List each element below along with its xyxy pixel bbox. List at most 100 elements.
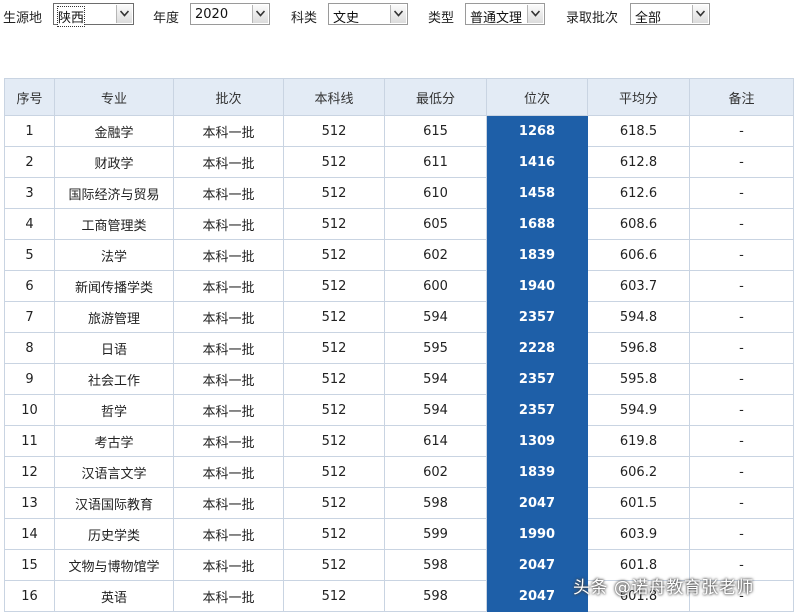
cell-index: 13 bbox=[4, 487, 55, 519]
cell-batch: 本科一批 bbox=[173, 394, 284, 426]
cell-remark: - bbox=[689, 394, 794, 426]
cell-major: 汉语言文学 bbox=[54, 456, 174, 488]
table-row: 12 汉语言文学 本科一批 512 602 1839 606.2- bbox=[4, 456, 794, 488]
col-header-remark: 备注 bbox=[689, 78, 794, 116]
cell-major: 法学 bbox=[54, 239, 174, 271]
cell-avg-score: 603.9 bbox=[587, 518, 690, 550]
chevron-down-icon bbox=[116, 5, 132, 23]
cell-avg-score: 612.8 bbox=[587, 146, 690, 178]
cell-batch: 本科一批 bbox=[173, 549, 284, 581]
cell-avg-score: 594.9 bbox=[587, 394, 690, 426]
cell-batch: 本科一批 bbox=[173, 270, 284, 302]
cell-batch: 本科一批 bbox=[173, 115, 284, 147]
cell-index: 14 bbox=[4, 518, 55, 550]
cell-cutoff: 512 bbox=[283, 487, 385, 519]
cell-batch: 本科一批 bbox=[173, 177, 284, 209]
cell-remark: - bbox=[689, 332, 794, 364]
cell-major: 工商管理类 bbox=[54, 208, 174, 240]
table-row: 10 哲学 本科一批 512 594 2357 594.9- bbox=[4, 394, 794, 426]
cell-avg-score: 594.8 bbox=[587, 301, 690, 333]
subject-label: 科类 bbox=[291, 11, 318, 26]
table-row: 3 国际经济与贸易 本科一批 512 610 1458 612.6- bbox=[4, 177, 794, 209]
admission-score-table: 序号 专业 批次 本科线 最低分 位次 平均分 备注 1 金融学 本科一批 512 61… bbox=[4, 78, 794, 612]
cell-major: 考古学 bbox=[54, 425, 174, 457]
cell-batch: 本科一批 bbox=[173, 425, 284, 457]
cell-avg-score: 606.2 bbox=[587, 456, 690, 488]
cell-major: 英语 bbox=[54, 580, 174, 612]
cell-rank: 2357 bbox=[486, 363, 588, 395]
cell-cutoff: 512 bbox=[283, 425, 385, 457]
cell-index: 1 bbox=[4, 115, 55, 147]
cell-cutoff: 512 bbox=[283, 177, 385, 209]
cell-cutoff: 512 bbox=[283, 394, 385, 426]
batch-select-value: 全部 bbox=[635, 11, 662, 26]
cell-rank: 1458 bbox=[486, 177, 588, 209]
cell-index: 3 bbox=[4, 177, 55, 209]
cell-rank: 1416 bbox=[486, 146, 588, 178]
cell-rank: 2228 bbox=[486, 332, 588, 364]
cell-rank: 1839 bbox=[486, 456, 588, 488]
cell-min-score: 602 bbox=[384, 456, 487, 488]
cell-min-score: 615 bbox=[384, 115, 487, 147]
cell-cutoff: 512 bbox=[283, 580, 385, 612]
cell-rank: 1940 bbox=[486, 270, 588, 302]
cell-remark: - bbox=[689, 425, 794, 457]
cell-min-score: 598 bbox=[384, 580, 487, 612]
col-header-major: 专业 bbox=[54, 78, 174, 116]
cell-remark: - bbox=[689, 301, 794, 333]
cell-batch: 本科一批 bbox=[173, 580, 284, 612]
cell-batch: 本科一批 bbox=[173, 301, 284, 333]
cell-remark: - bbox=[689, 363, 794, 395]
batch-select[interactable]: 全部 bbox=[630, 3, 710, 26]
cell-batch: 本科一批 bbox=[173, 363, 284, 395]
chevron-down-icon bbox=[527, 5, 543, 23]
chevron-down-icon bbox=[252, 5, 268, 23]
batch-label: 录取批次 bbox=[566, 11, 619, 26]
type-select[interactable]: 普通文理 bbox=[465, 3, 545, 26]
cell-remark: - bbox=[689, 487, 794, 519]
cell-major: 文物与博物馆学 bbox=[54, 549, 174, 581]
cell-batch: 本科一批 bbox=[173, 518, 284, 550]
cell-min-score: 600 bbox=[384, 270, 487, 302]
table-row: 13 汉语国际教育 本科一批 512 598 2047 601.5- bbox=[4, 487, 794, 519]
cell-min-score: 598 bbox=[384, 487, 487, 519]
cell-index: 5 bbox=[4, 239, 55, 271]
col-header-avg-score: 平均分 bbox=[587, 78, 690, 116]
source-select-value: 陕西 bbox=[56, 6, 86, 27]
table-row: 1 金融学 本科一批 512 615 1268 618.5- bbox=[4, 115, 794, 147]
cell-min-score: 610 bbox=[384, 177, 487, 209]
cell-cutoff: 512 bbox=[283, 208, 385, 240]
cell-batch: 本科一批 bbox=[173, 208, 284, 240]
cell-major: 哲学 bbox=[54, 394, 174, 426]
cell-avg-score: 612.6 bbox=[587, 177, 690, 209]
subject-select[interactable]: 文史 bbox=[328, 3, 408, 26]
table-row: 2 财政学 本科一批 512 611 1416 612.8- bbox=[4, 146, 794, 178]
cell-avg-score: 606.6 bbox=[587, 239, 690, 271]
cell-remark: - bbox=[689, 270, 794, 302]
cell-remark: - bbox=[689, 208, 794, 240]
year-label: 年度 bbox=[153, 11, 180, 26]
type-select-value: 普通文理 bbox=[470, 11, 523, 26]
cell-batch: 本科一批 bbox=[173, 487, 284, 519]
cell-major: 社会工作 bbox=[54, 363, 174, 395]
subject-select-value: 文史 bbox=[333, 11, 360, 26]
cell-rank: 1990 bbox=[486, 518, 588, 550]
cell-rank: 1268 bbox=[486, 115, 588, 147]
source-select[interactable]: 陕西 bbox=[53, 3, 134, 27]
cell-cutoff: 512 bbox=[283, 115, 385, 147]
cell-min-score: 614 bbox=[384, 425, 487, 457]
cell-min-score: 594 bbox=[384, 363, 487, 395]
table-row: 9 社会工作 本科一批 512 594 2357 595.8- bbox=[4, 363, 794, 395]
cell-index: 15 bbox=[4, 549, 55, 581]
year-select[interactable]: 2020 bbox=[190, 3, 270, 25]
cell-index: 2 bbox=[4, 146, 55, 178]
cell-avg-score: 608.6 bbox=[587, 208, 690, 240]
cell-major: 日语 bbox=[54, 332, 174, 364]
cell-batch: 本科一批 bbox=[173, 239, 284, 271]
cell-min-score: 602 bbox=[384, 239, 487, 271]
cell-major: 国际经济与贸易 bbox=[54, 177, 174, 209]
col-header-index: 序号 bbox=[4, 78, 55, 116]
cell-min-score: 611 bbox=[384, 146, 487, 178]
cell-cutoff: 512 bbox=[283, 146, 385, 178]
cell-cutoff: 512 bbox=[283, 549, 385, 581]
